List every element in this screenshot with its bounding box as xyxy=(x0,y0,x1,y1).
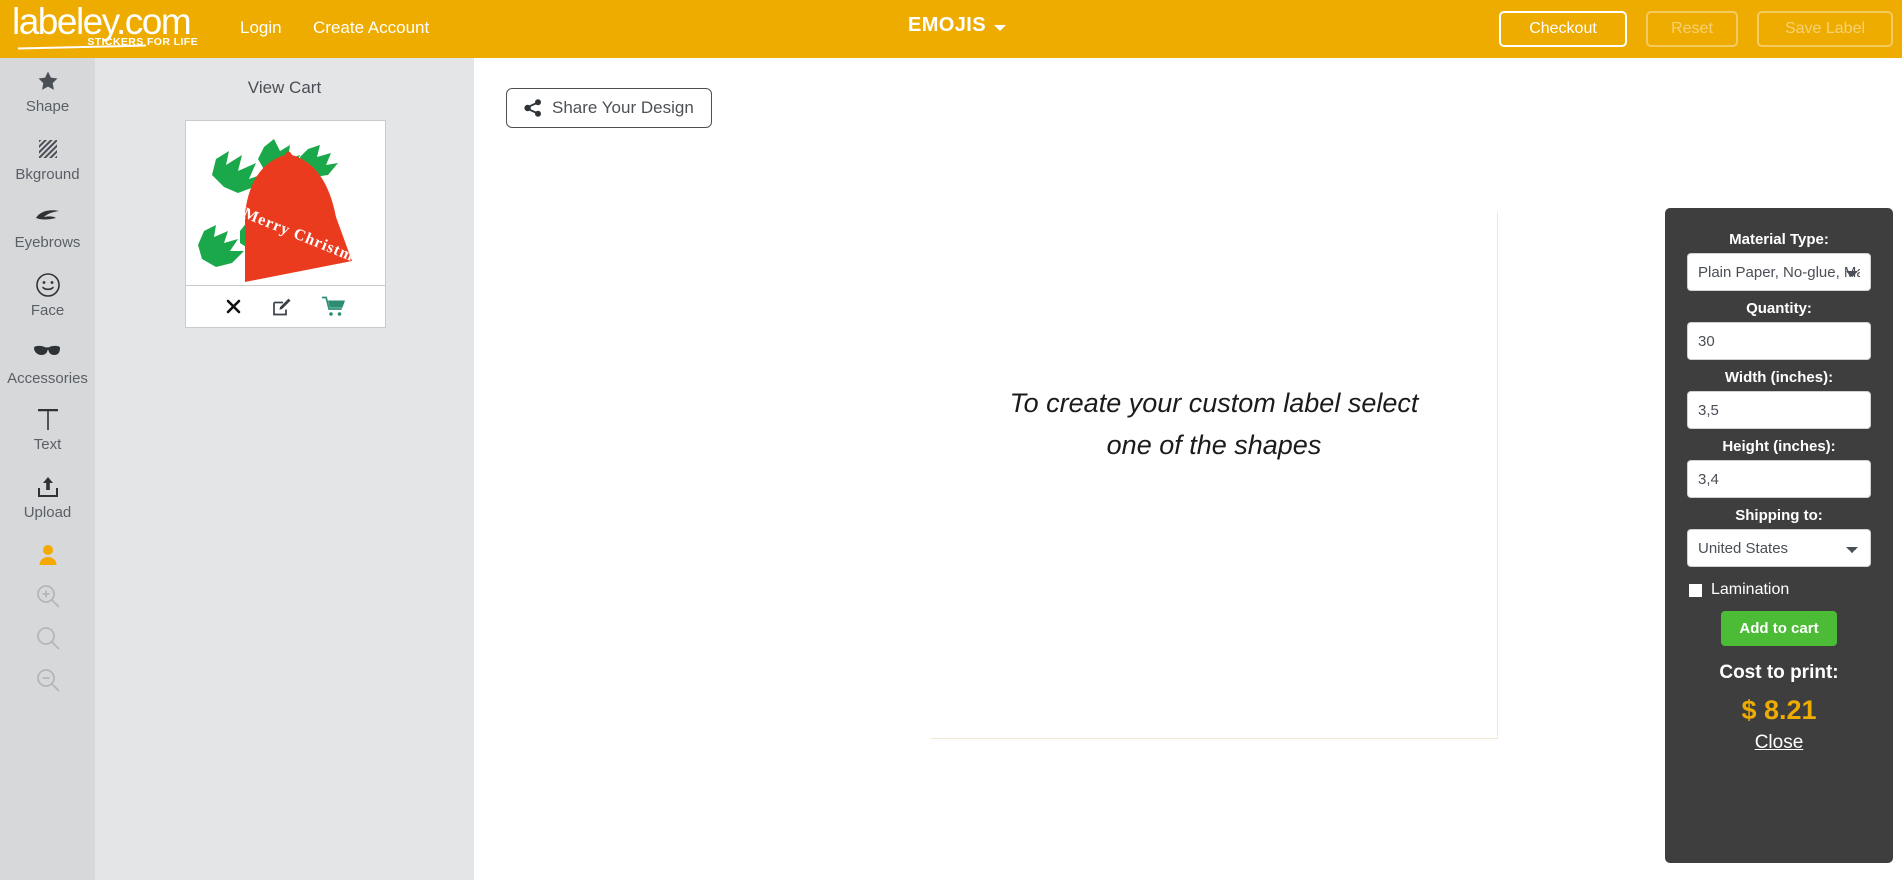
zoom-reset-icon xyxy=(36,627,60,650)
lamination-label: Lamination xyxy=(1711,581,1790,598)
quantity-label: Quantity: xyxy=(1746,300,1812,317)
share-nodes-icon xyxy=(524,99,541,117)
hatch-square-icon xyxy=(36,132,60,166)
sidebar-label-face: Face xyxy=(30,302,65,319)
top-header: labeley.com STICKERS FOR LIFE Login Crea… xyxy=(0,0,1902,58)
cost-to-print-label: Cost to print: xyxy=(1719,662,1839,683)
logo-tagline: STICKERS FOR LIFE xyxy=(87,36,198,48)
material-type-select[interactable]: Plain Paper, No-glue, Matte xyxy=(1687,253,1871,291)
sidebar-label-bkground: Bkground xyxy=(15,166,80,183)
chevron-down-icon xyxy=(993,24,1006,31)
shipping-to-select[interactable]: United States xyxy=(1687,529,1871,567)
sidebar-label-text: Text xyxy=(33,436,62,453)
sidebar-item-eyebrows[interactable]: Eyebrows xyxy=(0,200,95,252)
shipping-to-label: Shipping to: xyxy=(1735,507,1823,524)
tool-sidebar: Shape Bkground Eyebrows Face Accessories… xyxy=(0,58,95,880)
cart-panel: View Cart Merry Christmas xyxy=(95,58,474,880)
cart-item-card: Merry Christmas xyxy=(185,120,386,328)
sunglasses-icon xyxy=(33,336,63,370)
person-icon xyxy=(39,545,56,565)
cart-item-thumbnail[interactable]: Merry Christmas xyxy=(186,121,385,285)
cost-to-print-value: $ 8.21 xyxy=(1741,695,1817,725)
sidebar-item-text[interactable]: Text xyxy=(0,402,95,454)
zoom-in-button[interactable] xyxy=(0,582,95,610)
height-input[interactable] xyxy=(1687,460,1871,498)
label-workspace[interactable]: To create your custom label select one o… xyxy=(931,212,1498,739)
add-to-cart-row: Add to cart xyxy=(1687,611,1871,646)
text-t-icon xyxy=(35,402,61,436)
eyebrow-icon xyxy=(34,200,62,234)
share-design-label: Share Your Design xyxy=(552,98,694,117)
sidebar-label-shape: Shape xyxy=(25,98,70,115)
checkout-button[interactable]: Checkout xyxy=(1499,11,1627,47)
zoom-out-button[interactable] xyxy=(0,666,95,694)
upload-icon xyxy=(35,470,61,504)
lamination-row: Lamination xyxy=(1687,581,1871,599)
sidebar-label-accessories: Accessories xyxy=(7,370,88,387)
sidebar-item-face[interactable]: Face xyxy=(0,268,95,320)
category-label: EMOJIS xyxy=(908,14,986,36)
star-icon xyxy=(36,64,60,98)
sidebar-item-accessories[interactable]: Accessories xyxy=(0,336,95,388)
print-options-panel: Material Type: Plain Paper, No-glue, Mat… xyxy=(1665,208,1893,863)
cart-item-actions xyxy=(186,285,385,327)
close-panel-link[interactable]: Close xyxy=(1687,732,1871,754)
zoom-reset-button[interactable] xyxy=(0,624,95,652)
material-type-label: Material Type: xyxy=(1729,231,1829,248)
shopping-cart-icon[interactable] xyxy=(322,296,346,317)
reset-button[interactable]: Reset xyxy=(1646,11,1738,47)
sidebar-item-shape[interactable]: Shape xyxy=(0,64,95,116)
edit-pencil-icon[interactable] xyxy=(272,297,292,317)
site-logo[interactable]: labeley.com STICKERS FOR LIFE xyxy=(12,2,202,56)
category-dropdown[interactable]: EMOJIS xyxy=(908,14,1006,37)
sidebar-item-person[interactable] xyxy=(0,542,95,568)
canvas-hint-line-2: one of the shapes xyxy=(1106,430,1322,460)
close-x-icon[interactable] xyxy=(225,298,242,315)
add-to-cart-button[interactable]: Add to cart xyxy=(1721,611,1837,646)
share-design-button[interactable]: Share Your Design xyxy=(506,88,712,128)
sidebar-label-upload: Upload xyxy=(23,504,72,521)
sidebar-label-eyebrows: Eyebrows xyxy=(14,234,81,251)
canvas-placeholder-hint: To create your custom label select one o… xyxy=(931,382,1497,466)
sidebar-item-upload[interactable]: Upload xyxy=(0,470,95,522)
save-label-button[interactable]: Save Label xyxy=(1757,11,1893,47)
zoom-out-icon xyxy=(36,669,60,692)
width-input[interactable] xyxy=(1687,391,1871,429)
view-cart-link[interactable]: View Cart xyxy=(95,78,474,98)
lamination-checkbox[interactable] xyxy=(1689,583,1702,597)
sidebar-item-bkground[interactable]: Bkground xyxy=(0,132,95,184)
height-label: Height (inches): xyxy=(1722,438,1836,455)
canvas-hint-line-1: To create your custom label select xyxy=(1009,388,1419,418)
smiley-face-icon xyxy=(35,268,61,302)
create-account-link[interactable]: Create Account xyxy=(313,18,429,38)
quantity-input[interactable] xyxy=(1687,322,1871,360)
zoom-in-icon xyxy=(36,585,60,608)
login-link[interactable]: Login xyxy=(240,18,282,38)
width-label: Width (inches): xyxy=(1724,369,1834,386)
